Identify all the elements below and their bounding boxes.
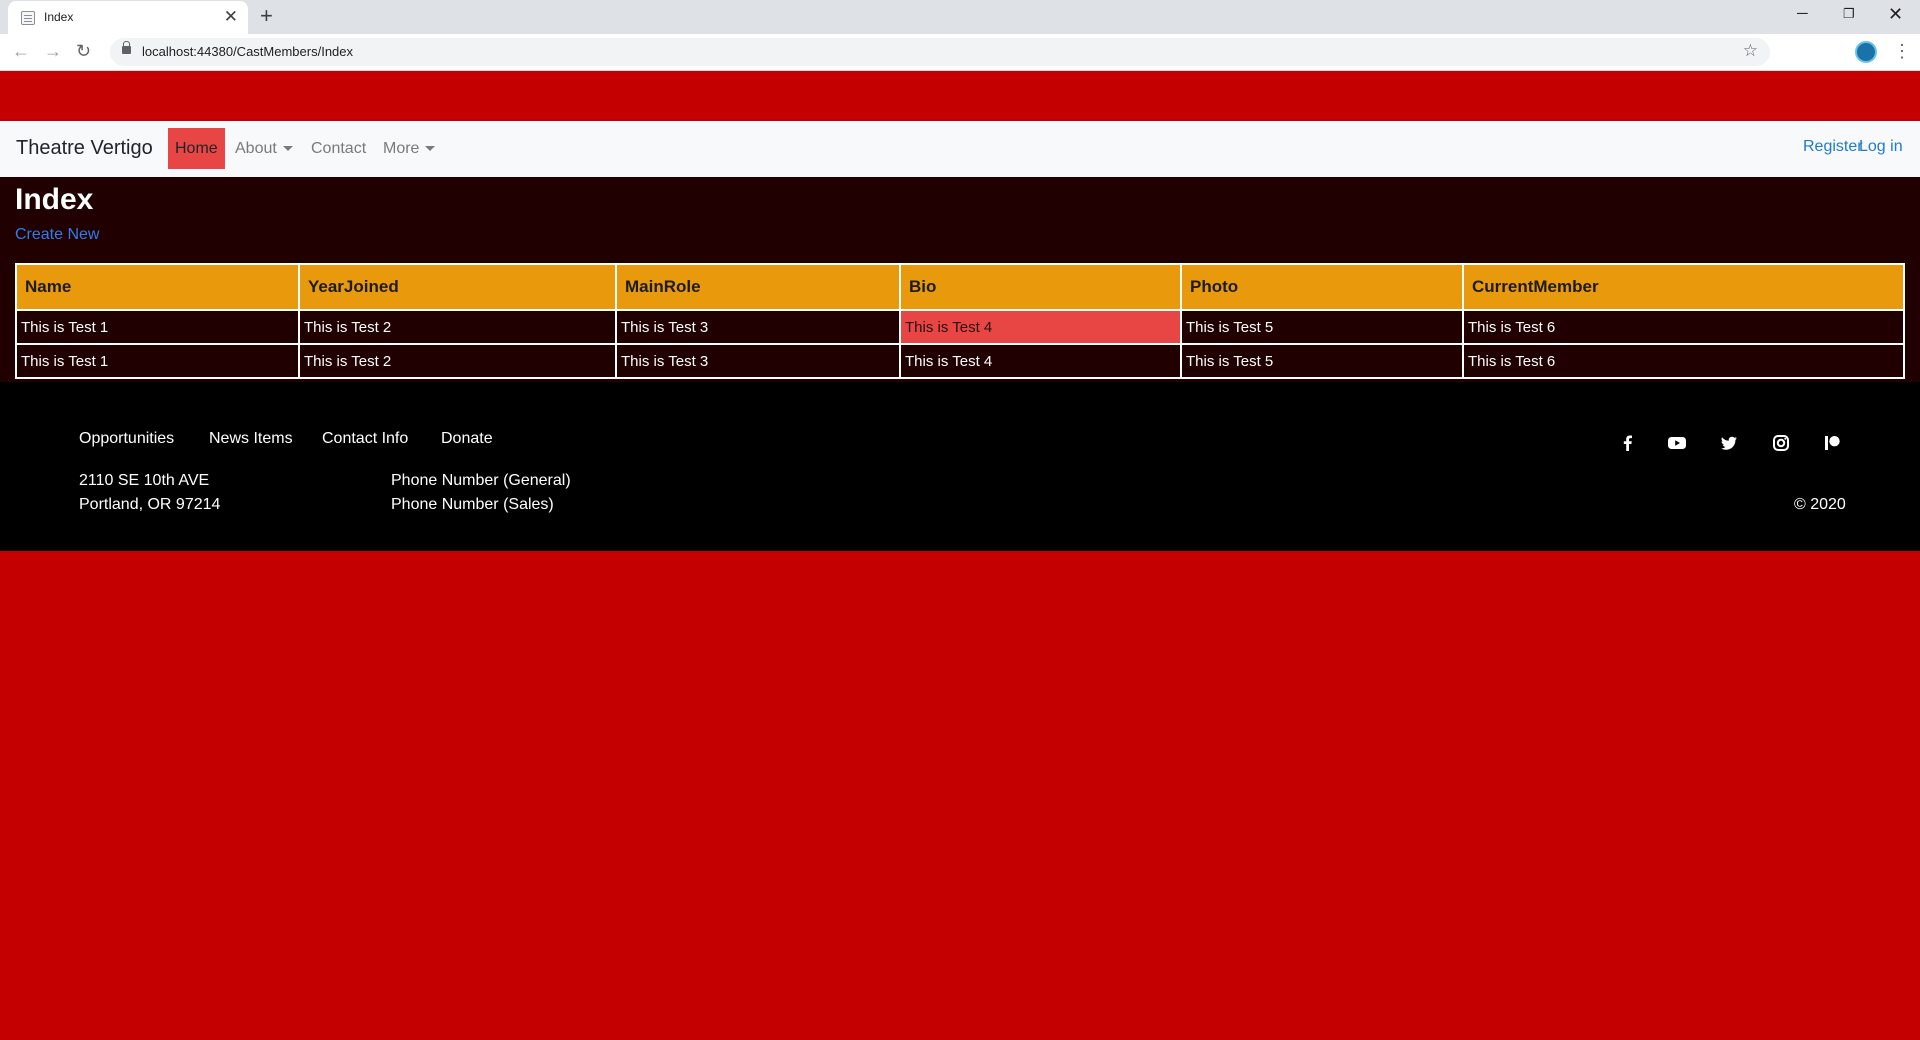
cast-members-table: Name YearJoined MainRole Bio Photo Curre… bbox=[15, 263, 1905, 379]
column-header-bio: Bio bbox=[899, 263, 1182, 311]
table-cell: This is Test 1 bbox=[15, 309, 300, 345]
page-title: Index bbox=[15, 183, 94, 216]
footer-address-line1: 2110 SE 10th AVE bbox=[79, 472, 210, 489]
facebook-icon[interactable] bbox=[1618, 433, 1638, 453]
table-header-row: Name YearJoined MainRole Bio Photo Curre… bbox=[15, 263, 1905, 311]
page-favicon-icon bbox=[21, 11, 35, 25]
table-row: This is Test 1 This is Test 2 This is Te… bbox=[15, 309, 1905, 345]
main-content: Index Create New Name YearJoined MainRol… bbox=[0, 177, 1920, 382]
window-close-icon[interactable]: ✕ bbox=[1888, 4, 1903, 24]
table-row: This is Test 1 This is Test 2 This is Te… bbox=[15, 343, 1905, 379]
table-cell: This is Test 6 bbox=[1462, 343, 1905, 379]
table-cell: This is Test 4 bbox=[899, 343, 1182, 379]
browser-tabstrip: Index ✕ + ─ ❐ ✕ bbox=[0, 0, 1920, 34]
window-minimize-icon[interactable]: ─ bbox=[1797, 4, 1808, 24]
table-cell-highlighted: This is Test 4 bbox=[899, 309, 1182, 345]
table-cell: This is Test 3 bbox=[615, 343, 901, 379]
table-cell: This is Test 6 bbox=[1462, 309, 1905, 345]
lock-icon[interactable] bbox=[122, 41, 131, 54]
nav-item-more[interactable]: More bbox=[376, 128, 442, 169]
table-cell: This is Test 5 bbox=[1180, 309, 1464, 345]
site-brand[interactable]: Theatre Vertigo bbox=[16, 137, 153, 160]
youtube-icon[interactable] bbox=[1667, 433, 1687, 453]
patreon-icon[interactable] bbox=[1822, 433, 1842, 453]
twitter-icon[interactable] bbox=[1719, 433, 1739, 453]
browser-menu-icon[interactable]: ⋮ bbox=[1893, 40, 1911, 62]
footer-copyright: © 2020 bbox=[1794, 496, 1846, 513]
column-header-name: Name bbox=[15, 263, 300, 311]
register-link[interactable]: Register bbox=[1803, 138, 1863, 156]
nav-item-contact[interactable]: Contact bbox=[304, 128, 373, 169]
dropdown-caret-icon bbox=[282, 146, 293, 152]
url-text[interactable]: localhost:44380/CastMembers/Index bbox=[142, 44, 353, 59]
login-link[interactable]: Log in bbox=[1859, 138, 1903, 156]
bookmark-star-icon[interactable]: ☆ bbox=[1743, 41, 1758, 61]
reload-icon[interactable]: ↻ bbox=[76, 40, 91, 62]
profile-avatar-icon[interactable] bbox=[1855, 41, 1877, 63]
footer-link-donate[interactable]: Donate bbox=[441, 430, 493, 448]
footer-address-line2: Portland, OR 97214 bbox=[79, 496, 221, 513]
nav-item-label: Home bbox=[175, 140, 218, 157]
nav-item-label: Contact bbox=[311, 140, 367, 157]
window-restore-icon[interactable]: ❐ bbox=[1843, 4, 1855, 24]
column-header-yearjoined: YearJoined bbox=[298, 263, 617, 311]
footer-link-news-items[interactable]: News Items bbox=[209, 430, 293, 448]
nav-item-home[interactable]: Home bbox=[168, 128, 225, 169]
tab-title: Index bbox=[44, 10, 74, 24]
footer-phone-general: Phone Number (General) bbox=[391, 472, 571, 489]
address-bar[interactable]: localhost:44380/CastMembers/Index ☆ bbox=[110, 38, 1770, 66]
new-tab-icon[interactable]: + bbox=[260, 2, 273, 30]
forward-arrow-icon[interactable]: → bbox=[44, 40, 62, 62]
nav-item-label: More bbox=[383, 140, 420, 157]
tab-close-icon[interactable]: ✕ bbox=[224, 7, 238, 27]
page-body: Theatre Vertigo Home About Contact More … bbox=[0, 71, 1920, 1040]
create-new-link[interactable]: Create New bbox=[15, 226, 99, 244]
instagram-icon[interactable] bbox=[1771, 433, 1791, 453]
footer-link-opportunities[interactable]: Opportunities bbox=[79, 430, 174, 448]
site-footer: Opportunities News Items Contact Info Do… bbox=[0, 382, 1920, 551]
column-header-photo: Photo bbox=[1180, 263, 1464, 311]
table-cell: This is Test 1 bbox=[15, 343, 300, 379]
nav-item-label: About bbox=[235, 140, 277, 157]
column-header-currentmember: CurrentMember bbox=[1462, 263, 1905, 311]
back-arrow-icon[interactable]: ← bbox=[12, 40, 30, 62]
site-navbar: Theatre Vertigo Home About Contact More … bbox=[0, 121, 1920, 177]
browser-toolbar: ← → ↻ localhost:44380/CastMembers/Index … bbox=[0, 34, 1920, 71]
nav-item-about[interactable]: About bbox=[228, 128, 300, 169]
browser-tab[interactable]: Index ✕ bbox=[8, 1, 248, 34]
table-cell: This is Test 2 bbox=[298, 309, 617, 345]
table-cell: This is Test 2 bbox=[298, 343, 617, 379]
column-header-mainrole: MainRole bbox=[615, 263, 901, 311]
table-cell: This is Test 3 bbox=[615, 309, 901, 345]
footer-phone-sales: Phone Number (Sales) bbox=[391, 496, 554, 513]
table-cell: This is Test 5 bbox=[1180, 343, 1464, 379]
dropdown-caret-icon bbox=[425, 146, 436, 152]
footer-link-contact-info[interactable]: Contact Info bbox=[322, 430, 408, 448]
